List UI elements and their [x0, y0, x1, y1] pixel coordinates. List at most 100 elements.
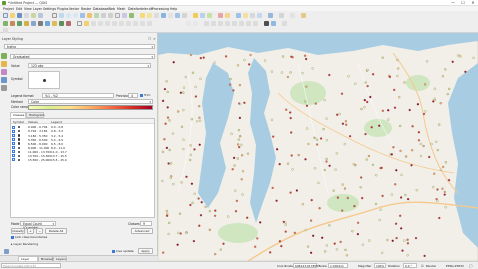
traffic-point[interactable] [198, 143, 201, 146]
traffic-point[interactable] [196, 120, 199, 123]
traffic-point[interactable] [182, 138, 185, 141]
traffic-point[interactable] [398, 96, 401, 99]
traffic-point[interactable] [291, 168, 294, 171]
traffic-point[interactable] [161, 179, 164, 183]
map-svg[interactable] [158, 33, 478, 261]
add-spatialite-icon[interactable] [38, 21, 43, 26]
traffic-point[interactable] [168, 119, 171, 122]
class-symbol-icon[interactable] [18, 130, 21, 133]
plugin-icon[interactable] [250, 13, 255, 18]
coordinate-field[interactable]: 698143,6178593 [293, 263, 320, 269]
traffic-point[interactable] [393, 106, 397, 109]
traffic-point[interactable] [182, 108, 185, 112]
traffic-point[interactable] [332, 189, 335, 192]
traffic-point[interactable] [234, 189, 237, 192]
traffic-point[interactable] [369, 95, 372, 99]
menu-vector[interactable]: Vector [69, 7, 79, 11]
traffic-point[interactable] [208, 209, 212, 213]
traffic-point[interactable] [169, 162, 173, 165]
traffic-point[interactable] [401, 249, 404, 252]
traffic-point[interactable] [406, 197, 410, 201]
style-manager-icon[interactable] [38, 13, 43, 18]
traffic-point[interactable] [406, 254, 409, 257]
traffic-point[interactable] [165, 209, 169, 213]
traffic-point[interactable] [284, 223, 287, 227]
traffic-point[interactable] [417, 139, 421, 142]
class-visibility-checkbox[interactable] [12, 150, 15, 154]
traffic-point[interactable] [395, 169, 398, 172]
vertex-tool-icon[interactable] [105, 21, 110, 26]
print-layout-icon[interactable] [24, 13, 29, 18]
traffic-point[interactable] [378, 218, 381, 222]
live-update-checkbox[interactable]: Live update [112, 249, 134, 253]
traffic-point[interactable] [436, 188, 439, 191]
traffic-point[interactable] [328, 164, 331, 167]
traffic-point[interactable] [293, 231, 296, 235]
traffic-point[interactable] [394, 183, 397, 186]
traffic-point[interactable] [239, 135, 242, 138]
traffic-point[interactable] [443, 190, 446, 194]
traffic-point[interactable] [368, 239, 371, 242]
trim-checkbox[interactable]: Trim [140, 93, 150, 97]
traffic-point[interactable] [241, 170, 245, 173]
traffic-point[interactable] [381, 109, 384, 112]
traffic-point[interactable] [179, 232, 182, 235]
traffic-point[interactable] [168, 221, 171, 225]
traffic-point[interactable] [378, 124, 381, 127]
traffic-point[interactable] [199, 77, 202, 80]
traffic-point[interactable] [189, 53, 193, 57]
traffic-point[interactable] [238, 145, 241, 149]
traffic-point[interactable] [386, 238, 389, 242]
traffic-point[interactable] [168, 148, 171, 152]
measure-icon[interactable] [182, 13, 187, 18]
traffic-point[interactable] [336, 113, 339, 116]
traffic-point[interactable] [236, 157, 239, 160]
new-project-icon[interactable] [3, 13, 8, 18]
traffic-point[interactable] [436, 148, 439, 152]
grid-icon[interactable] [290, 13, 295, 18]
traffic-point[interactable] [328, 73, 331, 77]
menu-help[interactable]: Help [170, 7, 177, 11]
add-postgis-icon[interactable] [31, 21, 36, 26]
traffic-point[interactable] [184, 231, 188, 235]
add-wfs-icon[interactable] [52, 21, 57, 26]
sum-icon[interactable] [257, 13, 262, 18]
traffic-point[interactable] [190, 118, 194, 121]
traffic-point[interactable] [351, 230, 354, 233]
traffic-point[interactable] [444, 68, 447, 71]
traffic-point[interactable] [270, 70, 274, 73]
traffic-point[interactable] [472, 56, 475, 60]
traffic-point[interactable] [199, 56, 202, 60]
traffic-point[interactable] [399, 196, 403, 199]
traffic-point[interactable] [239, 102, 242, 106]
zoom-full-icon[interactable] [80, 13, 85, 18]
temporal-controller-icon[interactable] [122, 13, 127, 18]
menu-processing[interactable]: Processing [152, 7, 169, 11]
traffic-point[interactable] [341, 183, 344, 186]
traffic-point[interactable] [275, 148, 279, 151]
traffic-point[interactable] [439, 102, 442, 105]
class-legend[interactable]: 15.5 - 25.0 [51, 158, 67, 162]
toggle-editing-icon[interactable] [84, 21, 89, 26]
refresh-icon[interactable] [129, 13, 134, 18]
traffic-point[interactable] [271, 186, 274, 190]
pan-icon[interactable] [52, 13, 57, 18]
scale-field[interactable]: 1:200211 [328, 263, 348, 269]
traffic-point[interactable] [166, 116, 170, 119]
symbol-preview-button[interactable] [28, 71, 60, 89]
traffic-point[interactable] [290, 154, 293, 157]
traffic-point[interactable] [214, 209, 217, 212]
traffic-point[interactable] [286, 75, 290, 79]
3d-view-icon[interactable] [1, 77, 7, 83]
traffic-point[interactable] [447, 178, 451, 182]
traffic-point[interactable] [366, 84, 369, 88]
traffic-point[interactable] [177, 110, 180, 113]
locator-search-input[interactable]: Type to locate (Ctrl+K) [1, 263, 61, 269]
traffic-point[interactable] [431, 186, 435, 189]
traffic-point[interactable] [340, 92, 344, 95]
traffic-point[interactable] [246, 216, 249, 219]
traffic-point[interactable] [166, 90, 169, 94]
traffic-point[interactable] [236, 143, 240, 146]
traffic-point[interactable] [404, 155, 408, 158]
traffic-point[interactable] [438, 123, 441, 126]
